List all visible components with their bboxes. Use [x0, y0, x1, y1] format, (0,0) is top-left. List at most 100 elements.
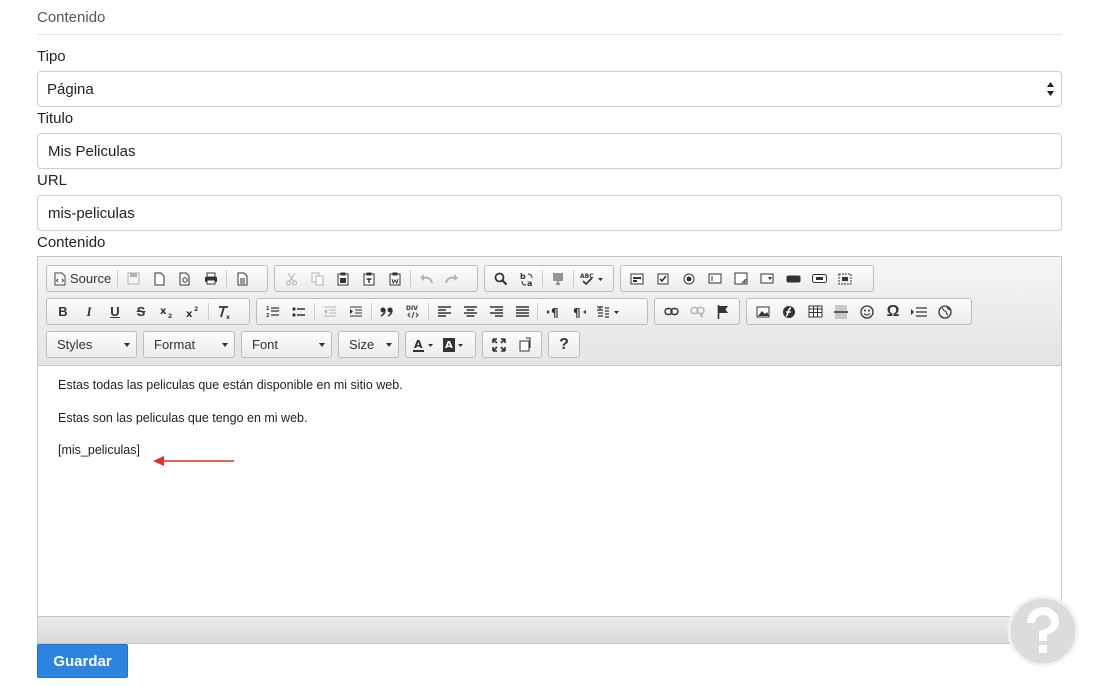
text-color-button[interactable]: A	[409, 333, 439, 356]
background-color-button[interactable]: A	[439, 333, 469, 356]
bulleted-list-button[interactable]	[286, 300, 312, 323]
copy-button[interactable]	[304, 267, 330, 290]
table-button[interactable]	[802, 300, 828, 323]
align-center-button[interactable]	[457, 300, 483, 323]
form-icon	[630, 273, 644, 284]
size-combo[interactable]: Size	[338, 331, 399, 358]
justify-button[interactable]	[509, 300, 535, 323]
source-button[interactable]: Source	[50, 267, 115, 290]
url-input[interactable]: mis-peliculas	[37, 195, 1062, 231]
strikethrough-button[interactable]: S	[128, 300, 154, 323]
spellcheck-button[interactable]: ABC	[576, 267, 608, 290]
align-center-icon	[463, 306, 477, 317]
toolbar-separator	[314, 303, 315, 320]
guardar-button[interactable]: Guardar	[37, 644, 128, 678]
horizontal-rule-button[interactable]	[828, 300, 854, 323]
radio-button[interactable]	[676, 267, 702, 290]
tipo-label: Tipo	[37, 48, 66, 65]
redo-button[interactable]	[439, 267, 465, 290]
new-page-button[interactable]	[146, 267, 172, 290]
select-all-button[interactable]	[545, 267, 571, 290]
anchor-button[interactable]	[710, 300, 736, 323]
help-button[interactable]: ?	[552, 333, 576, 356]
image-button[interactable]	[750, 300, 776, 323]
svg-text:x: x	[160, 306, 167, 317]
select-field-button[interactable]	[754, 267, 780, 290]
show-blocks-button[interactable]	[512, 333, 538, 356]
link-button[interactable]	[658, 300, 684, 323]
smiley-button[interactable]	[854, 300, 880, 323]
undo-button[interactable]	[413, 267, 439, 290]
align-left-button[interactable]	[431, 300, 457, 323]
save-button[interactable]	[120, 267, 146, 290]
italic-button[interactable]: I	[76, 300, 102, 323]
subscript-button[interactable]: x2	[154, 300, 180, 323]
save-icon	[127, 272, 140, 285]
cut-button[interactable]	[278, 267, 304, 290]
bulleted-list-icon	[292, 306, 305, 317]
unlink-icon	[689, 306, 705, 317]
toolbar-separator	[226, 270, 228, 287]
form-button[interactable]	[624, 267, 650, 290]
tipo-select[interactable]: Página	[37, 71, 1062, 107]
blockquote-icon	[380, 307, 393, 317]
numbered-list-icon: 12	[266, 306, 279, 318]
replace-icon: ba	[520, 272, 533, 287]
templates-button[interactable]	[229, 267, 255, 290]
section-title: Contenido	[37, 9, 106, 26]
div-icon: DIV	[406, 305, 419, 319]
radio-icon	[683, 273, 695, 284]
flash-icon	[783, 305, 795, 318]
checkbox-button[interactable]	[650, 267, 676, 290]
rtl-icon: ¶	[573, 306, 586, 318]
url-label: URL	[37, 172, 68, 189]
paste-word-button[interactable]	[382, 267, 408, 290]
replace-button[interactable]: ba	[514, 267, 540, 290]
textarea-button[interactable]	[728, 267, 754, 290]
find-icon	[494, 272, 508, 285]
svg-text:A: A	[445, 340, 453, 351]
button-field-button[interactable]	[780, 267, 806, 290]
svg-text:x: x	[186, 309, 193, 318]
superscript-button[interactable]: x2	[180, 300, 206, 323]
iframe-button[interactable]	[932, 300, 958, 323]
toolbar-group-document: Source	[46, 265, 268, 292]
align-right-button[interactable]	[483, 300, 509, 323]
font-combo-label: Font	[252, 337, 279, 352]
language-button[interactable]	[592, 300, 624, 323]
flash-button[interactable]	[776, 300, 802, 323]
image-button-button[interactable]	[806, 267, 832, 290]
unlink-button[interactable]	[684, 300, 710, 323]
font-combo[interactable]: Font	[241, 331, 332, 358]
annotation-arrow-icon	[153, 456, 234, 466]
paste-button[interactable]	[330, 267, 356, 290]
align-left-icon	[437, 306, 451, 317]
special-char-button[interactable]: Ω	[880, 300, 906, 323]
underline-button[interactable]: U	[102, 300, 128, 323]
hidden-field-button[interactable]	[832, 267, 858, 290]
paste-text-button[interactable]	[356, 267, 382, 290]
svg-text:2: 2	[194, 306, 198, 313]
format-combo[interactable]: Format	[143, 331, 235, 358]
outdent-button[interactable]	[317, 300, 343, 323]
blockquote-button[interactable]	[374, 300, 400, 323]
titulo-input[interactable]: Mis Peliculas	[37, 133, 1062, 169]
page-break-button[interactable]	[906, 300, 932, 323]
styles-combo[interactable]: Styles	[46, 331, 137, 358]
numbered-list-button[interactable]: 12	[260, 300, 286, 323]
remove-format-button[interactable]: x	[211, 300, 237, 323]
print-button[interactable]	[198, 267, 224, 290]
bold-button[interactable]: B	[50, 300, 76, 323]
find-button[interactable]	[488, 267, 514, 290]
maximize-button[interactable]	[486, 333, 512, 356]
link-icon	[663, 307, 679, 316]
justify-icon	[515, 306, 529, 317]
text-field-button[interactable]	[702, 267, 728, 290]
div-container-button[interactable]: DIV	[400, 300, 426, 323]
toolbar-separator	[117, 270, 119, 287]
chevron-down-icon	[222, 343, 228, 347]
ltr-button[interactable]: ¶	[540, 300, 566, 323]
rtl-button[interactable]: ¶	[566, 300, 592, 323]
preview-button[interactable]	[172, 267, 198, 290]
indent-button[interactable]	[343, 300, 369, 323]
